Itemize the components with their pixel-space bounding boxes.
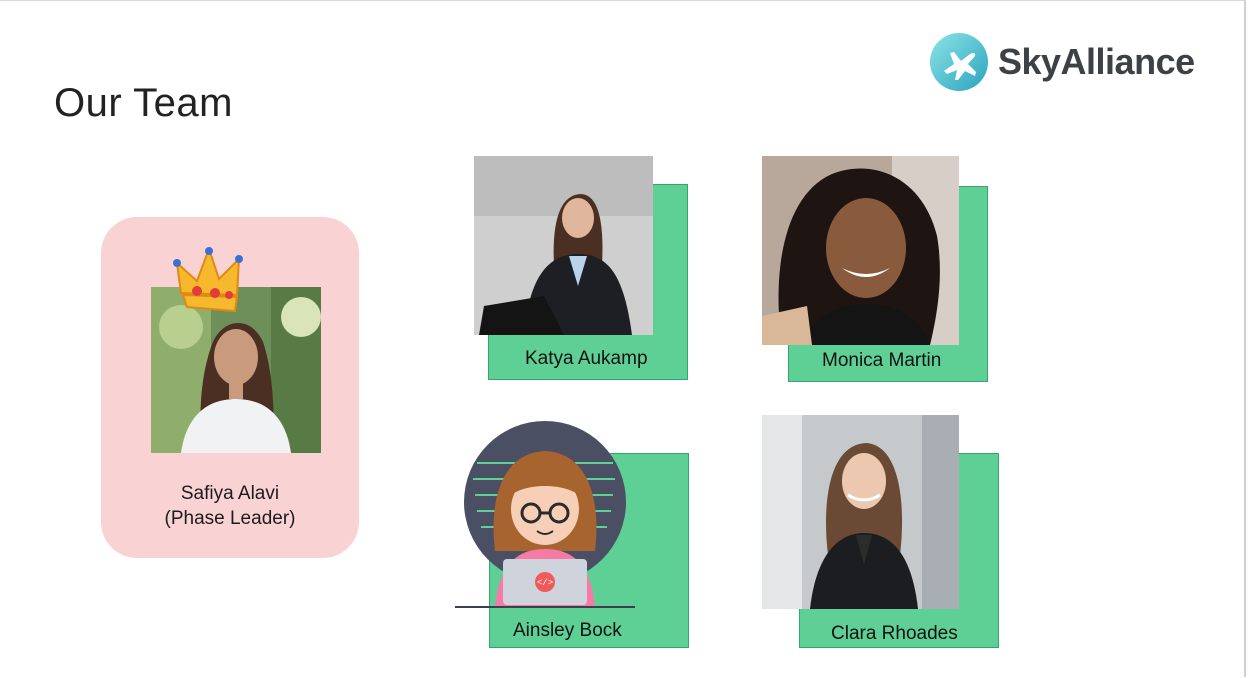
airplane-icon (930, 33, 988, 91)
leader-name: Safiya Alavi (180, 483, 280, 504)
crown-icon (173, 247, 243, 313)
slide: Our Team SkyAlliance Safiya Alavi (Phase… (0, 0, 1246, 677)
member-name: Katya Aukamp (525, 348, 648, 369)
leader-card: Safiya Alavi (Phase Leader) (101, 217, 359, 558)
member-photo-clara-rhoades (762, 415, 959, 609)
leader-role: (Phase Leader) (164, 508, 296, 529)
member-name: Monica Martin (822, 350, 942, 371)
svg-text:</>: </> (537, 578, 553, 588)
skyalliance-logo: SkyAlliance (930, 31, 1195, 93)
member-avatar-ainsley-bock: </> (455, 421, 635, 609)
logo-text: SkyAlliance (998, 41, 1195, 82)
member-photo-monica-martin (762, 156, 959, 345)
member-name: Ainsley Bock (513, 620, 622, 641)
member-name: Clara Rhoades (831, 623, 958, 644)
page-title: Our Team (54, 81, 233, 125)
member-photo-katya-aukamp (474, 156, 653, 335)
